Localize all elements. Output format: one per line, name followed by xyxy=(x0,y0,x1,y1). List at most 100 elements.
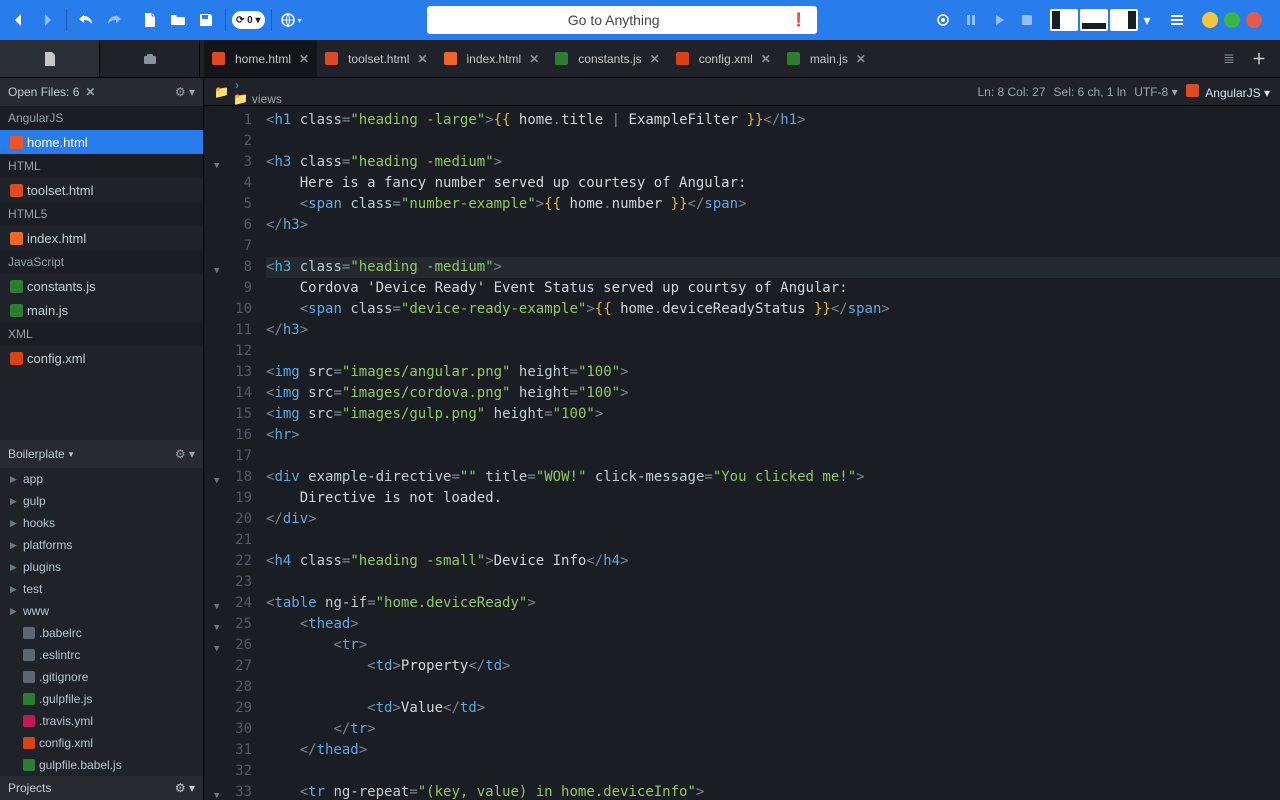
fold-toggle[interactable]: ▼ xyxy=(214,786,219,800)
code-line[interactable]: <div example-directive="" title="WOW!" c… xyxy=(266,467,1280,488)
line-number[interactable]: 27 xyxy=(204,656,252,677)
cursor-position-status[interactable]: Ln: 8 Col: 27 xyxy=(977,85,1045,99)
code-line[interactable]: </tr> xyxy=(266,719,1280,740)
window-minimize-button[interactable] xyxy=(1202,12,1218,28)
code-editor[interactable]: 12▼34567▼891011121314151617▼181920212223… xyxy=(204,106,1280,800)
tree-folder[interactable]: ▶app xyxy=(0,468,203,490)
code-line[interactable]: <img src="images/gulp.png" height="100"> xyxy=(266,404,1280,425)
line-number[interactable]: 15 xyxy=(204,404,252,425)
tree-folder[interactable]: ▶gulp xyxy=(0,490,203,512)
close-open-files-button[interactable]: ✕ xyxy=(85,85,95,99)
tree-file[interactable]: .gitignore xyxy=(0,666,203,688)
play-macro-button[interactable] xyxy=(986,7,1012,33)
open-file-item[interactable]: index.html xyxy=(0,226,203,250)
open-file-item[interactable]: constants.js xyxy=(0,274,203,298)
files-activity-tab[interactable] xyxy=(0,40,100,77)
open-files-settings-button[interactable]: ⚙ ▾ xyxy=(175,85,195,99)
line-number[interactable]: 14 xyxy=(204,383,252,404)
project-header[interactable]: Boilerplate ▾ ⚙ ▾ xyxy=(0,440,203,468)
code-line[interactable]: <span class="device-ready-example">{{ ho… xyxy=(266,299,1280,320)
line-number[interactable]: 20 xyxy=(204,509,252,530)
code-line[interactable] xyxy=(266,530,1280,551)
list-tabs-button[interactable]: ≣ xyxy=(1216,46,1242,72)
forward-button[interactable] xyxy=(34,7,60,33)
code-line[interactable] xyxy=(266,131,1280,152)
new-file-button[interactable] xyxy=(137,7,163,33)
undo-button[interactable] xyxy=(73,7,99,33)
toggle-right-pane-button[interactable] xyxy=(1110,9,1138,31)
line-number[interactable]: 16 xyxy=(204,425,252,446)
open-file-item[interactable]: main.js xyxy=(0,298,203,322)
code-line[interactable]: <h3 class="heading -medium"> xyxy=(266,257,1280,278)
code-line[interactable] xyxy=(266,236,1280,257)
window-close-button[interactable] xyxy=(1246,12,1262,28)
tree-file[interactable]: config.xml xyxy=(0,732,203,754)
tree-file[interactable]: gulpfile.babel.js xyxy=(0,754,203,776)
line-number[interactable]: 10 xyxy=(204,299,252,320)
code-line[interactable]: <tr> xyxy=(266,635,1280,656)
code-line[interactable]: <h1 class="heading -large">{{ home.title… xyxy=(266,110,1280,131)
menu-button[interactable] xyxy=(1164,7,1190,33)
code-line[interactable] xyxy=(266,761,1280,782)
tree-folder[interactable]: ▶test xyxy=(0,578,203,600)
line-number[interactable]: 4 xyxy=(204,173,252,194)
line-number[interactable]: 7 xyxy=(204,236,252,257)
back-button[interactable] xyxy=(6,7,32,33)
file-tab[interactable]: toolset.html✕ xyxy=(317,40,435,77)
line-number[interactable]: ▼26 xyxy=(204,635,252,656)
code-line[interactable] xyxy=(266,572,1280,593)
pause-macro-button[interactable] xyxy=(958,7,984,33)
code-line[interactable]: <span class="number-example">{{ home.num… xyxy=(266,194,1280,215)
save-macro-button[interactable] xyxy=(1014,7,1040,33)
line-number[interactable]: 1 xyxy=(204,110,252,131)
code-line[interactable]: </h3> xyxy=(266,215,1280,236)
line-number[interactable]: 23 xyxy=(204,572,252,593)
code-line[interactable]: <hr> xyxy=(266,425,1280,446)
code-line[interactable]: <h3 class="heading -medium"> xyxy=(266,152,1280,173)
line-number[interactable]: ▼33 xyxy=(204,782,252,800)
file-tab[interactable]: index.html✕ xyxy=(436,40,548,77)
line-number[interactable]: ▼18 xyxy=(204,467,252,488)
close-tab-button[interactable]: ✕ xyxy=(417,52,427,66)
open-file-item[interactable]: toolset.html xyxy=(0,178,203,202)
code-line[interactable]: <td>Value</td> xyxy=(266,698,1280,719)
line-number[interactable]: 6 xyxy=(204,215,252,236)
toolbox-activity-tab[interactable] xyxy=(100,40,200,77)
line-number[interactable]: 13 xyxy=(204,362,252,383)
panes-dropdown[interactable]: ▾ xyxy=(1140,7,1154,33)
toggle-bottom-pane-button[interactable] xyxy=(1080,9,1108,31)
line-number[interactable]: 11 xyxy=(204,320,252,341)
code-line[interactable]: </div> xyxy=(266,509,1280,530)
file-tab[interactable]: config.xml✕ xyxy=(668,40,779,77)
search-input[interactable]: Go to Anything ❗ xyxy=(427,6,817,34)
language-status[interactable]: AngularJS ▾ xyxy=(1186,84,1270,100)
tree-folder[interactable]: ▶platforms xyxy=(0,534,203,556)
breadcrumb-item[interactable]: 📁views xyxy=(233,92,310,106)
code-line[interactable]: <thead> xyxy=(266,614,1280,635)
close-tab-button[interactable]: ✕ xyxy=(761,52,771,66)
projects-footer[interactable]: Projects ⚙ ▾ xyxy=(0,776,203,800)
line-number[interactable]: ▼25 xyxy=(204,614,252,635)
tree-file[interactable]: .babelrc xyxy=(0,622,203,644)
tree-folder[interactable]: ▶hooks xyxy=(0,512,203,534)
line-number[interactable]: 28 xyxy=(204,677,252,698)
tree-file[interactable]: .travis.yml xyxy=(0,710,203,732)
line-number[interactable]: ▼8 xyxy=(204,257,252,278)
encoding-status[interactable]: UTF-8 ▾ xyxy=(1134,85,1177,99)
file-tab[interactable]: main.js✕ xyxy=(779,40,874,77)
line-number[interactable]: ▼24 xyxy=(204,593,252,614)
line-number[interactable]: 21 xyxy=(204,530,252,551)
code-line[interactable]: <img src="images/angular.png" height="10… xyxy=(266,362,1280,383)
project-settings-button[interactable]: ⚙ ▾ xyxy=(175,447,195,461)
close-tab-button[interactable]: ✕ xyxy=(856,52,866,66)
close-tab-button[interactable]: ✕ xyxy=(299,52,309,66)
window-maximize-button[interactable] xyxy=(1224,12,1240,28)
sync-button[interactable]: ⟳ 0 ▾ xyxy=(232,11,265,29)
browser-preview-button[interactable]: ▾ xyxy=(278,7,304,33)
tree-folder[interactable]: ▶plugins xyxy=(0,556,203,578)
save-button[interactable] xyxy=(193,7,219,33)
new-tab-button[interactable]: ＋ xyxy=(1246,46,1272,72)
close-tab-button[interactable]: ✕ xyxy=(650,52,660,66)
line-number[interactable]: 29 xyxy=(204,698,252,719)
close-tab-button[interactable]: ✕ xyxy=(529,52,539,66)
